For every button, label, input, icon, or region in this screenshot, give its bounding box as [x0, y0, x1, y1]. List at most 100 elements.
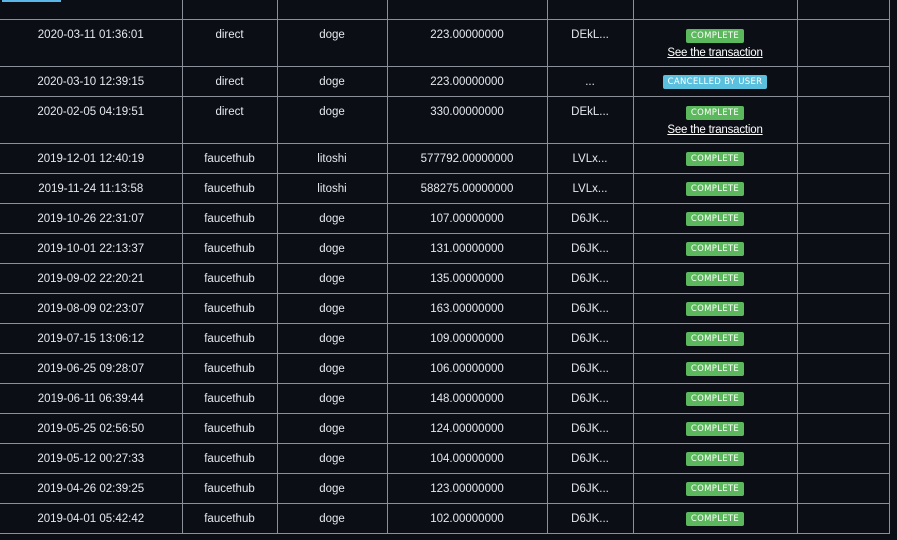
- empty-cell: [796, 263, 890, 294]
- method-cell: direct: [181, 96, 278, 144]
- status-badge: COMPLETE: [685, 211, 745, 226]
- date-cell: 2019-08-09 02:23:07: [0, 293, 183, 324]
- see-transaction-link[interactable]: See the transaction: [636, 124, 795, 136]
- status-badge: COMPLETE: [685, 106, 745, 120]
- address-cell: LVLx...: [546, 173, 634, 204]
- status-cell: COMPLETE: [632, 473, 798, 504]
- date-cell: 2019-07-15 13:06:12: [0, 323, 183, 354]
- address-cell: D6JK...: [546, 353, 634, 384]
- status-badge: COMPLETE: [685, 511, 745, 526]
- table-row: 2019-04-01 05:42:42 faucethub doge 102.0000…: [0, 503, 890, 534]
- method-cell: faucethub: [181, 383, 278, 414]
- method-cell: faucethub: [181, 293, 278, 324]
- status-badge: COMPLETE: [685, 421, 745, 436]
- date-cell: [0, 0, 183, 20]
- see-transaction-link[interactable]: See the transaction: [636, 47, 795, 59]
- status-badge: COMPLETE: [685, 481, 745, 496]
- currency-cell: litoshi: [276, 143, 388, 174]
- currency-cell: doge: [276, 353, 388, 384]
- address-cell: D6JK...: [546, 203, 634, 234]
- status-badge: COMPLETE: [685, 331, 745, 346]
- amount-cell: 104.00000000: [386, 443, 548, 474]
- amount-cell: 124.00000000: [386, 413, 548, 444]
- currency-cell: doge: [276, 233, 388, 264]
- method-cell: faucethub: [181, 503, 278, 534]
- amount-cell: 163.00000000: [386, 293, 548, 324]
- address-cell: [546, 0, 634, 20]
- address-cell: D6JK...: [546, 383, 634, 414]
- currency-cell: [276, 0, 388, 20]
- date-cell: 2019-04-01 05:42:42: [0, 503, 183, 534]
- date-cell: 2019-12-01 12:40:19: [0, 143, 183, 174]
- address-cell: D6JK...: [546, 233, 634, 264]
- empty-cell: [796, 203, 890, 234]
- date-cell: 2019-06-11 06:39:44: [0, 383, 183, 414]
- table-row: 2019-10-26 22:31:07 faucethub doge 107.0000…: [0, 203, 890, 234]
- empty-cell: [796, 443, 890, 474]
- method-cell: faucethub: [181, 203, 278, 234]
- empty-cell: [796, 413, 890, 444]
- currency-cell: doge: [276, 383, 388, 414]
- currency-cell: doge: [276, 19, 388, 67]
- status-cell: COMPLETE: [632, 143, 798, 174]
- status-badge: COMPLETE: [685, 151, 745, 166]
- address-cell: LVLx...: [546, 143, 634, 174]
- method-cell: faucethub: [181, 353, 278, 384]
- status-badge: COMPLETE: [685, 361, 745, 376]
- table-row: 2019-07-15 13:06:12 faucethub doge 109.0000…: [0, 323, 890, 354]
- method-cell: faucethub: [181, 263, 278, 294]
- empty-cell: [796, 143, 890, 174]
- method-cell: direct: [181, 19, 278, 67]
- amount-cell: 135.00000000: [386, 263, 548, 294]
- status-cell: COMPLETE See the transaction: [632, 19, 798, 67]
- currency-cell: doge: [276, 96, 388, 144]
- method-cell: direct: [181, 66, 278, 97]
- method-cell: faucethub: [181, 233, 278, 264]
- status-cell: COMPLETE: [632, 263, 798, 294]
- amount-cell: 577792.00000000: [386, 143, 548, 174]
- empty-cell: [796, 473, 890, 504]
- status-cell: COMPLETE: [632, 443, 798, 474]
- empty-cell: [796, 293, 890, 324]
- table-row: 2019-06-11 06:39:44 faucethub doge 148.0000…: [0, 383, 890, 414]
- currency-cell: doge: [276, 413, 388, 444]
- status-cell: COMPLETE: [632, 353, 798, 384]
- table-row: 2019-12-01 12:40:19 faucethub litoshi 57779…: [0, 143, 890, 174]
- method-cell: faucethub: [181, 143, 278, 174]
- amount-cell: 148.00000000: [386, 383, 548, 414]
- status-cell: COMPLETE: [632, 293, 798, 324]
- empty-cell: [796, 66, 890, 97]
- status-cell: COMPLETE See the transaction: [632, 96, 798, 144]
- status-badge: COMPLETE: [685, 451, 745, 466]
- table-row: 2019-11-24 11:13:58 faucethub litoshi 58827…: [0, 173, 890, 204]
- amount-cell: 106.00000000: [386, 353, 548, 384]
- status-cell: COMPLETE: [632, 173, 798, 204]
- table-row: 2020-03-10 12:39:15 direct doge 223.0000000…: [0, 66, 890, 97]
- address-cell: D6JK...: [546, 443, 634, 474]
- table-row: 2019-10-01 22:13:37 faucethub doge 131.0000…: [0, 233, 890, 264]
- status-badge: COMPLETE: [685, 301, 745, 316]
- method-cell: faucethub: [181, 473, 278, 504]
- method-cell: [181, 0, 278, 20]
- table-row: 2019-04-26 02:39:25 faucethub doge 123.0000…: [0, 473, 890, 504]
- address-cell: D6JK...: [546, 413, 634, 444]
- status-cell: COMPLETE: [632, 503, 798, 534]
- address-cell: DEkL...: [546, 19, 634, 67]
- date-cell: 2019-10-26 22:31:07: [0, 203, 183, 234]
- date-cell: 2019-06-25 09:28:07: [0, 353, 183, 384]
- amount-cell: 330.00000000: [386, 96, 548, 144]
- withdrawals-scroll-area[interactable]: See the transaction2020-03-11 01:36:01di…: [0, 0, 897, 540]
- status-cell: COMPLETE: [632, 203, 798, 234]
- date-cell: 2020-03-11 01:36:01: [0, 19, 183, 67]
- currency-cell: doge: [276, 503, 388, 534]
- date-cell: 2020-02-05 04:19:51: [0, 96, 183, 144]
- status-cell: COMPLETE: [632, 323, 798, 354]
- date-cell: 2020-03-10 12:39:15: [0, 66, 183, 97]
- empty-cell: [796, 233, 890, 264]
- table-row: 2020-02-05 04:19:51 direct doge 330.0000000…: [0, 96, 890, 144]
- address-cell: D6JK...: [546, 263, 634, 294]
- table-row: 2019-05-25 02:56:50 faucethub doge 124.0000…: [0, 413, 890, 444]
- status-cell: COMPLETE: [632, 233, 798, 264]
- table-row: 2020-03-11 01:36:01 direct doge 223.0000000…: [0, 19, 890, 67]
- currency-cell: doge: [276, 203, 388, 234]
